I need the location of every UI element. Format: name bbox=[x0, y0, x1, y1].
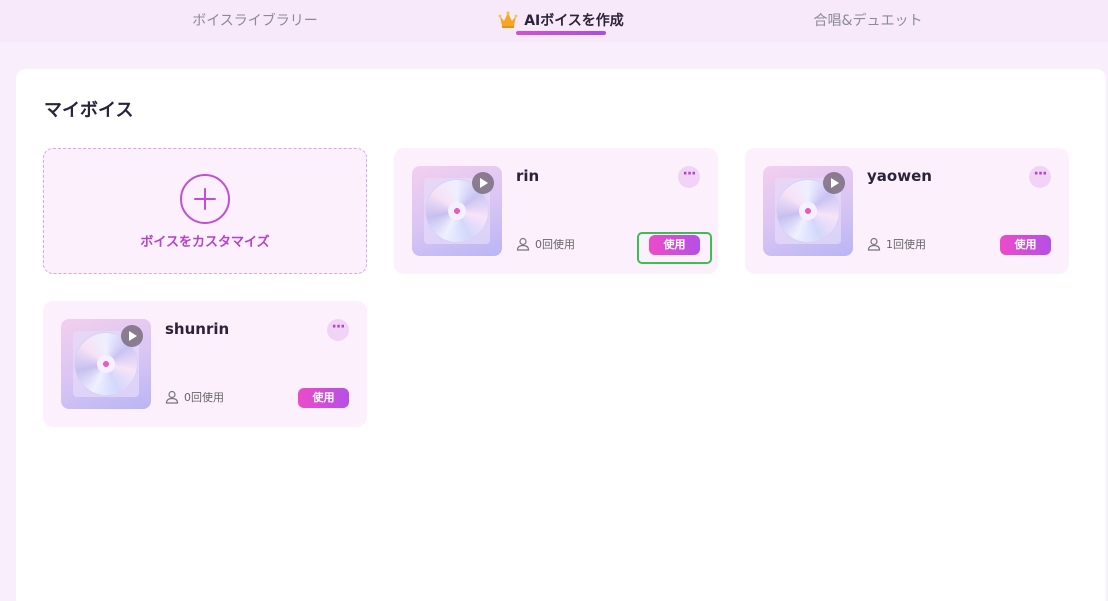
voice-card-yaowen[interactable]: yaowen ··· 1回使用 使用 bbox=[745, 148, 1069, 274]
usage-count: 0回使用 bbox=[516, 236, 575, 252]
user-icon bbox=[867, 237, 881, 251]
usage-text: 0回使用 bbox=[184, 391, 224, 404]
more-options-icon[interactable]: ··· bbox=[678, 166, 700, 188]
more-options-icon[interactable]: ··· bbox=[327, 319, 349, 341]
customize-voice-card[interactable]: ボイスをカスタマイズ bbox=[43, 148, 367, 274]
play-icon[interactable] bbox=[472, 172, 494, 194]
plus-circle-icon bbox=[180, 174, 230, 224]
play-icon[interactable] bbox=[121, 325, 143, 347]
tab-create-ai-voice[interactable]: AIボイスを作成 bbox=[490, 8, 632, 32]
voice-cover-image bbox=[763, 166, 853, 256]
page-title: マイボイス bbox=[44, 100, 134, 121]
use-button[interactable]: 使用 bbox=[298, 388, 349, 408]
usage-text: 1回使用 bbox=[886, 238, 926, 251]
highlight-box bbox=[637, 232, 712, 264]
customize-voice-label: ボイスをカスタマイズ bbox=[140, 235, 270, 250]
crown-icon bbox=[498, 11, 518, 28]
tab-voice-library[interactable]: ボイスライブラリー bbox=[180, 8, 330, 32]
tab-label: 合唱&デュエット bbox=[813, 13, 923, 29]
voice-card-shunrin[interactable]: shunrin ··· 0回使用 使用 bbox=[43, 301, 367, 427]
tab-label: AIボイスを作成 bbox=[524, 13, 624, 29]
usage-text: 0回使用 bbox=[535, 238, 575, 251]
more-options-icon[interactable]: ··· bbox=[1029, 166, 1051, 188]
user-icon bbox=[516, 237, 530, 251]
voice-name: rin bbox=[516, 167, 540, 185]
use-button[interactable]: 使用 bbox=[1000, 235, 1051, 255]
user-icon bbox=[165, 390, 179, 404]
voice-name: shunrin bbox=[165, 320, 230, 338]
tab-label: ボイスライブラリー bbox=[192, 13, 318, 29]
voice-name: yaowen bbox=[867, 167, 932, 185]
voice-cover-image bbox=[61, 319, 151, 409]
tab-chorus-duet[interactable]: 合唱&デュエット bbox=[800, 8, 936, 32]
top-navigation: ボイスライブラリー AIボイスを作成 合唱&デュエット bbox=[0, 0, 1108, 42]
usage-count: 1回使用 bbox=[867, 236, 926, 252]
active-tab-indicator bbox=[516, 31, 606, 35]
play-icon[interactable] bbox=[823, 172, 845, 194]
usage-count: 0回使用 bbox=[165, 389, 224, 405]
voice-cover-image bbox=[412, 166, 502, 256]
